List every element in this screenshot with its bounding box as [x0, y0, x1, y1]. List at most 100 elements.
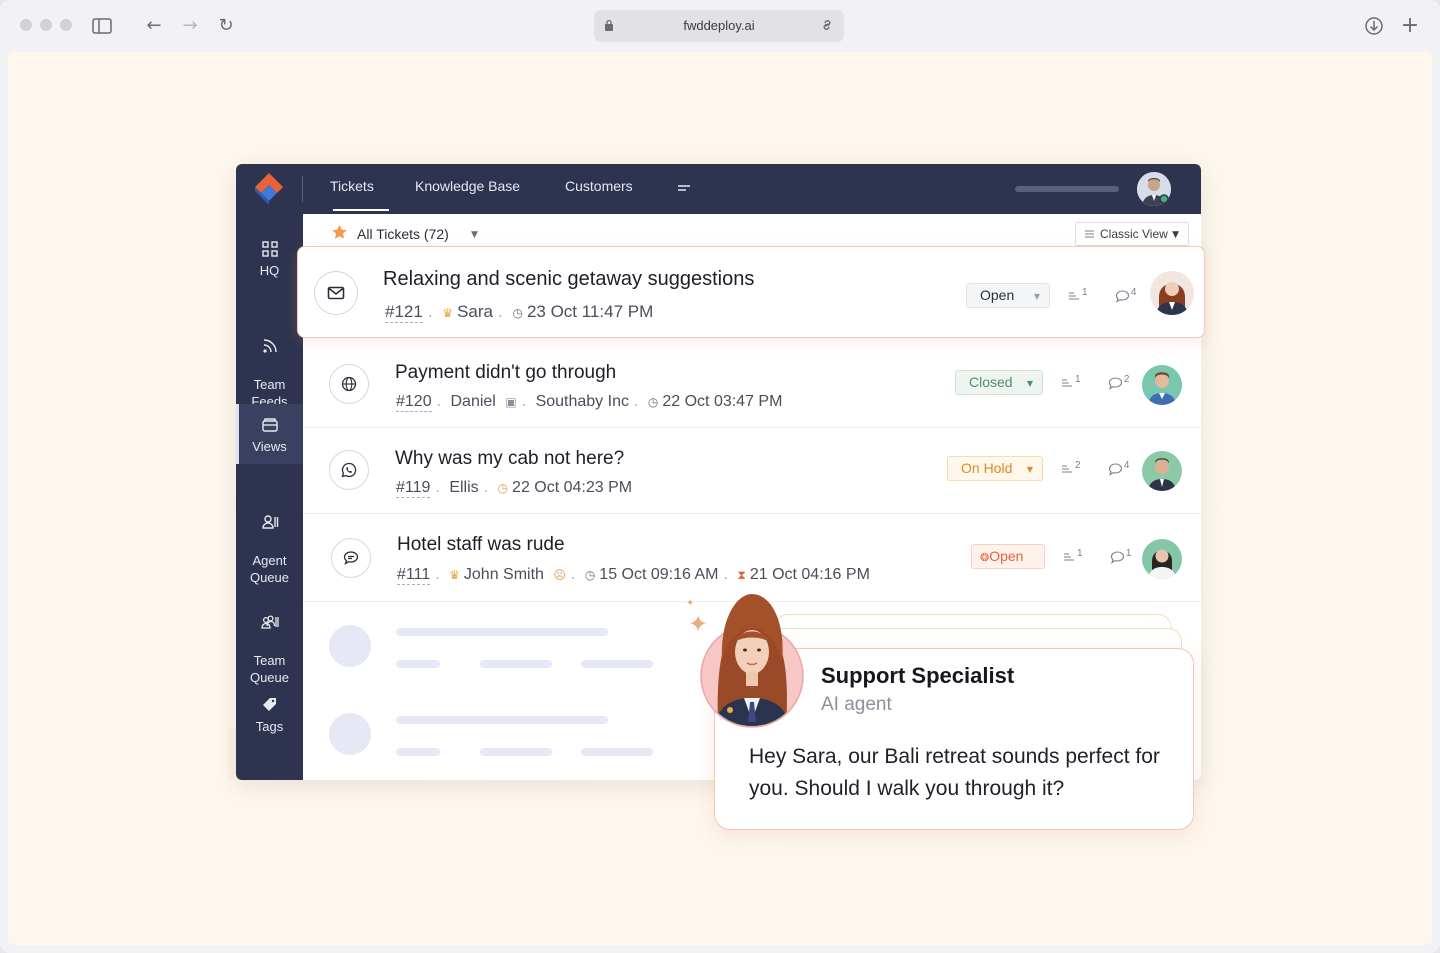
task-list-icon [1064, 553, 1074, 561]
ticket-time: 23 Oct 11:47 PM [526, 302, 654, 321]
loading-bar [581, 660, 653, 668]
ai-agent-avatar [700, 590, 804, 728]
agent-avatar[interactable] [1150, 271, 1194, 315]
status-label: Open [989, 548, 1024, 564]
sidebar-item-team-queue[interactable]: Team Queue [236, 596, 303, 685]
ticket-requester[interactable]: John Smith [464, 566, 544, 583]
sentiment-icon: ☹ [553, 568, 566, 582]
ticket-id[interactable]: #121 [385, 302, 423, 323]
ticket-id[interactable]: #120 [396, 393, 432, 412]
sidebar: HQ Team Feeds Views Agent Queue Team Que… [236, 164, 303, 780]
loading-bar [396, 660, 440, 668]
clock-icon: ◷ [647, 395, 659, 409]
more-menu-icon[interactable] [676, 181, 692, 195]
back-arrow-icon[interactable]: ← [142, 14, 166, 38]
browser-toolbar: ← → ↻ fwddeploy.ai + [0, 0, 1440, 52]
status-dropdown[interactable]: Closed ▼ [955, 370, 1043, 395]
ticket-requester[interactable]: Daniel [451, 393, 496, 410]
ticket-counts: 1 4 [1068, 287, 1136, 303]
status-label: Closed [969, 374, 1013, 390]
status-label: On Hold [961, 460, 1013, 476]
status-dropdown[interactable]: Open ▼ [966, 283, 1050, 308]
loading-bar [480, 748, 552, 756]
ticket-requester[interactable]: Sara [457, 302, 493, 321]
sidebar-item-agent-queue[interactable]: Agent Queue [236, 496, 303, 585]
url-text: fwddeploy.ai [683, 18, 755, 33]
sidebar-item-views[interactable]: Views [236, 404, 303, 464]
ticket-subject[interactable]: Payment didn't go through [395, 362, 616, 384]
chat-icon [343, 551, 359, 565]
sidebar-item-label: Tags [255, 719, 284, 734]
ticket-subject[interactable]: Hotel staff was rude [397, 534, 565, 556]
task-list-icon [1062, 465, 1072, 473]
clock-icon: ◷ [584, 568, 596, 582]
minimize-window-dot[interactable] [40, 19, 52, 31]
sidebar-item-label: HQ [259, 263, 280, 278]
ticket-organization[interactable]: Southaby Inc [536, 393, 629, 410]
user-avatar[interactable] [1137, 172, 1171, 206]
loading-avatar-placeholder [329, 713, 371, 755]
sidebar-item-tags[interactable]: Tags [236, 696, 303, 744]
star-icon[interactable] [331, 224, 348, 240]
crown-icon: ♛ [442, 306, 454, 320]
sidebar-toggle-icon[interactable] [90, 14, 114, 38]
chevron-down-icon: ▼ [1026, 379, 1033, 388]
reload-icon[interactable]: ↻ [214, 14, 238, 38]
sidebar-item-hq[interactable]: HQ [236, 240, 303, 288]
chevron-down-icon: ▼ [1026, 465, 1033, 474]
company-icon: ▣ [505, 395, 517, 409]
ticket-subject[interactable]: Why was my cab not here? [395, 448, 624, 470]
channel-badge [329, 364, 369, 404]
list-view-icon [1085, 230, 1094, 238]
status-dropdown[interactable]: ❂Open [971, 544, 1045, 569]
sidebar-item-label: Agent Queue [249, 553, 290, 585]
download-icon[interactable] [1362, 14, 1386, 38]
task-count: 1 [1075, 374, 1081, 385]
new-tab-icon[interactable]: + [1398, 14, 1422, 38]
classic-view-toggle[interactable]: Classic View ▼ [1075, 222, 1189, 246]
link-icon[interactable] [820, 18, 836, 34]
address-bar[interactable]: fwddeploy.ai [594, 10, 844, 42]
sidebar-item-label: Team Queue [249, 653, 290, 685]
tab-tickets[interactable]: Tickets [330, 178, 374, 194]
ai-agent-name: Support Specialist [821, 663, 1015, 688]
channel-badge [331, 538, 371, 578]
all-tickets-filter[interactable]: All Tickets (72) [357, 226, 449, 242]
classic-view-label: Classic View [1100, 227, 1168, 241]
loading-bar [581, 748, 653, 756]
comment-bubble-icon [1108, 377, 1122, 390]
ticket-meta: #111. ♛ John Smith ☹. ◷ 15 Oct 09:16 AM. ⧗… [397, 566, 870, 585]
close-window-dot[interactable] [20, 19, 32, 31]
zoom-window-dot[interactable] [60, 19, 72, 31]
active-tab-indicator [333, 209, 389, 211]
ticket-id[interactable]: #111 [397, 566, 431, 585]
ticket-meta: #120. Daniel ▣. Southaby Inc. ◷ 22 Oct 03… [396, 393, 783, 412]
tag-icon [262, 698, 276, 711]
table-row[interactable]: Payment didn't go through #120. Daniel ▣… [303, 342, 1201, 428]
sparkle-icon: ✦ [688, 610, 709, 638]
sidebar-item-team-feeds[interactable]: Team Feeds [236, 320, 303, 409]
ticket-id[interactable]: #119 [396, 479, 431, 498]
status-label: Open [980, 287, 1015, 303]
agent-avatar[interactable] [1142, 539, 1182, 579]
ticket-requester[interactable]: Ellis [449, 479, 478, 496]
ticket-subject[interactable]: Relaxing and scenic getaway suggestions [383, 268, 754, 291]
browser-window: ← → ↻ fwddeploy.ai + HQ Team Feeds Views… [0, 0, 1440, 953]
forward-arrow-icon[interactable]: → [178, 14, 202, 38]
hourglass-icon: ⧗ [737, 568, 746, 582]
agent-avatar[interactable] [1142, 451, 1182, 491]
ticket-time: 22 Oct 03:47 PM [662, 393, 783, 410]
tab-customers[interactable]: Customers [565, 178, 633, 194]
chevron-down-icon: ▼ [1033, 292, 1040, 301]
search-bar-placeholder[interactable] [1015, 186, 1119, 192]
task-list-icon [1069, 292, 1079, 300]
table-row[interactable]: Why was my cab not here? #119. Ellis. ◷ 2… [303, 428, 1201, 514]
status-dropdown[interactable]: On Hold ▼ [947, 456, 1043, 481]
channel-badge [329, 450, 369, 490]
tab-knowledge-base[interactable]: Knowledge Base [415, 178, 520, 194]
task-list-icon [1062, 379, 1072, 387]
chevron-down-icon[interactable]: ▼ [471, 230, 478, 240]
table-row[interactable]: Hotel staff was rude #111. ♛ John Smith ☹… [303, 514, 1201, 602]
agent-avatar[interactable] [1142, 365, 1182, 405]
highlighted-ticket-card[interactable]: Relaxing and scenic getaway suggestions … [297, 246, 1205, 338]
